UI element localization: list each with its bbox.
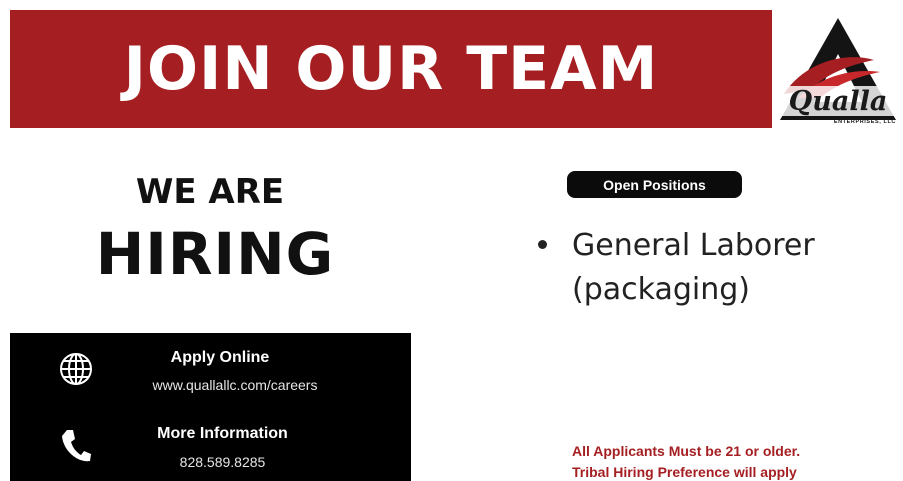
contact-panel: Apply Online www.quallallc.com/careers M… [10, 333, 411, 481]
list-item: General Laborer (packaging) [538, 224, 868, 312]
banner-title: JOIN OUR TEAM [123, 34, 659, 104]
tribal-preference: Tribal Hiring Preference will apply [572, 464, 797, 480]
company-logo: Qualla ENTERPRISES, LLC [776, 14, 900, 126]
phone-icon [62, 430, 91, 462]
age-requirement: All Applicants Must be 21 or older. [572, 443, 801, 459]
open-positions-label: Open Positions [567, 171, 742, 198]
position-title: General Laborer [572, 228, 815, 263]
eligibility-notice: All Applicants Must be 21 or older. Trib… [572, 441, 872, 481]
headline-hiring: HIRING [95, 220, 335, 288]
careers-link[interactable]: www.quallallc.com/careers [115, 377, 355, 393]
headline-we-are: WE ARE [135, 172, 285, 212]
more-information-title: More Information [157, 425, 288, 442]
phone-number[interactable]: 828.589.8285 [140, 454, 305, 470]
globe-icon [60, 353, 92, 385]
position-detail: (packaging) [572, 272, 750, 307]
apply-online-title: Apply Online [170, 349, 270, 366]
positions-list: General Laborer (packaging) [538, 224, 868, 312]
logo-name: Qualla [788, 86, 888, 117]
logo-subtitle: ENTERPRISES, LLC [833, 119, 896, 125]
header-banner: JOIN OUR TEAM [10, 10, 772, 128]
